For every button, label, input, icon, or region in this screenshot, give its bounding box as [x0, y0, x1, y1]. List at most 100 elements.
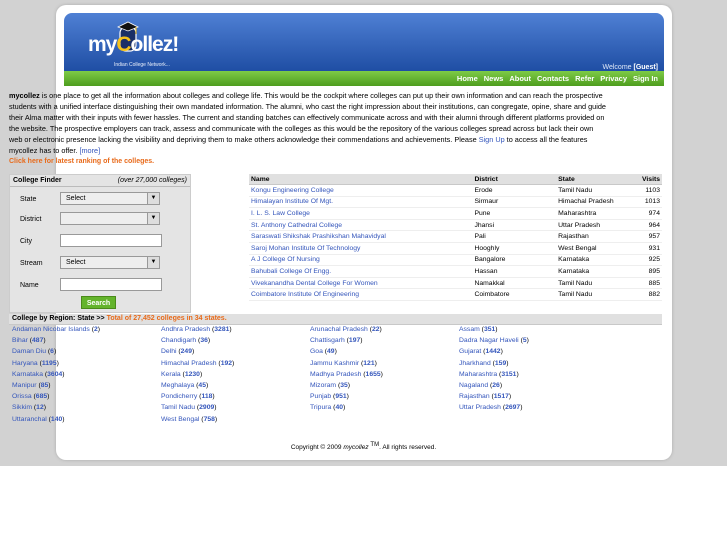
state-link[interactable]: Sikkim — [12, 404, 32, 411]
college-link[interactable]: Saraswati Shikshak Prashikshan Mahavidya… — [251, 233, 386, 240]
college-link[interactable]: Saroj Mohan Institute Of Technology — [251, 245, 360, 252]
search-button[interactable]: Search — [81, 296, 116, 309]
cell-college-name[interactable]: Himalayan Institute Of Mgt. — [249, 196, 473, 209]
signup-link[interactable]: Sign Up — [479, 135, 505, 144]
state-link[interactable]: Pondicherry — [161, 393, 197, 400]
state-item[interactable]: Dadra Nagar Haveli (5) — [459, 337, 608, 347]
state-link[interactable]: Orissa — [12, 393, 32, 400]
state-item[interactable]: Kerala (1230) — [161, 371, 310, 381]
cell-college-name[interactable]: Kongu Engineering College — [249, 184, 473, 197]
ranking-link[interactable]: Click here for latest ranking of the col… — [9, 158, 154, 165]
state-item[interactable]: West Bengal (758) — [161, 416, 310, 426]
state-item[interactable]: Madhya Pradesh (1655) — [310, 371, 459, 381]
state-link[interactable]: Uttar Pradesh — [459, 404, 501, 411]
state-item[interactable]: Karnataka (3604) — [12, 371, 161, 381]
state-item[interactable]: Haryana (1195) — [12, 360, 161, 370]
state-item[interactable]: Daman Diu (6) — [12, 348, 161, 358]
more-link[interactable]: [more] — [79, 146, 100, 155]
college-link[interactable]: Bahubali College Of Engg. — [251, 268, 331, 275]
state-link[interactable]: Madhya Pradesh — [310, 371, 361, 378]
cell-college-name[interactable]: I. L. S. Law College — [249, 207, 473, 220]
state-link[interactable]: Maharashtra — [459, 371, 497, 378]
nav-sign-in[interactable]: Sign In — [633, 74, 658, 83]
state-link[interactable]: Punjab — [310, 393, 331, 400]
cell-college-name[interactable]: Coimbatore Institute Of Engineering — [249, 288, 473, 301]
state-link[interactable]: Uttaranchal — [12, 416, 47, 423]
state-item[interactable]: Arunachal Pradesh (22) — [310, 326, 459, 336]
state-item[interactable]: Uttaranchal (140) — [12, 416, 161, 426]
state-link[interactable]: Assam — [459, 326, 480, 333]
state-item[interactable]: Andhra Pradesh (3281) — [161, 326, 310, 336]
state-link[interactable]: Rajasthan — [459, 393, 490, 400]
state-item[interactable]: Jharkhand (159) — [459, 360, 608, 370]
city-input[interactable] — [60, 234, 162, 247]
state-link[interactable]: Jammu Kashmir — [310, 360, 359, 367]
state-item[interactable]: Jammu Kashmir (121) — [310, 360, 459, 370]
state-link[interactable]: Tamil Nadu — [161, 404, 195, 411]
state-item[interactable]: Nagaland (26) — [459, 382, 608, 392]
state-item[interactable]: Bihar (487) — [12, 337, 161, 347]
state-item[interactable]: Sikkim (12) — [12, 404, 161, 414]
nav-privacy[interactable]: Privacy — [600, 74, 627, 83]
college-link[interactable]: I. L. S. Law College — [251, 210, 310, 217]
state-item[interactable]: Rajasthan (1517) — [459, 393, 608, 403]
nav-home[interactable]: Home — [457, 74, 478, 83]
college-link[interactable]: Vivekanandha Dental College For Women — [251, 280, 378, 287]
stream-select[interactable]: Select ▼ — [60, 256, 160, 269]
state-item[interactable]: Goa (49) — [310, 348, 459, 358]
col-state-header[interactable]: State — [556, 174, 640, 185]
cell-college-name[interactable]: Vivekanandha Dental College For Women — [249, 277, 473, 290]
state-link[interactable]: Andaman Nicobar Islands — [12, 326, 90, 333]
state-link[interactable]: Chattisgarh — [310, 337, 345, 344]
cell-college-name[interactable]: A J College Of Nursing — [249, 254, 473, 267]
state-item[interactable]: Orissa (685) — [12, 393, 161, 403]
name-input[interactable] — [60, 278, 162, 291]
nav-contacts[interactable]: Contacts — [537, 74, 569, 83]
cell-college-name[interactable]: Saraswati Shikshak Prashikshan Mahavidya… — [249, 230, 473, 243]
cell-college-name[interactable]: Bahubali College Of Engg. — [249, 265, 473, 278]
cell-college-name[interactable]: Saroj Mohan Institute Of Technology — [249, 242, 473, 255]
state-link[interactable]: Arunachal Pradesh — [310, 326, 368, 333]
site-logo[interactable]: myCollez! — [88, 33, 179, 57]
state-item[interactable]: Gujarat (1442) — [459, 348, 608, 358]
state-item[interactable]: Assam (351) — [459, 326, 608, 336]
state-item[interactable]: Tamil Nadu (2909) — [161, 404, 310, 414]
state-link[interactable]: Daman Diu — [12, 348, 46, 355]
col-district-header[interactable]: District — [472, 174, 557, 185]
college-link[interactable]: Kongu Engineering College — [251, 187, 334, 194]
state-link[interactable]: Andhra Pradesh — [161, 326, 210, 333]
state-item[interactable]: Meghalaya (45) — [161, 382, 310, 392]
college-link[interactable]: St. Anthony Cathedral College — [251, 222, 342, 229]
state-link[interactable]: Gujarat — [459, 348, 481, 355]
col-name-header[interactable]: Name — [249, 174, 473, 185]
state-link[interactable]: Jharkhand — [459, 360, 491, 367]
state-item[interactable]: Maharashtra (3151) — [459, 371, 608, 381]
state-item[interactable]: Manipur (85) — [12, 382, 161, 392]
col-visits-header[interactable]: Visits — [639, 174, 662, 185]
state-item[interactable]: Uttar Pradesh (2697) — [459, 404, 608, 414]
nav-news[interactable]: News — [484, 74, 504, 83]
state-link[interactable]: Manipur — [12, 382, 37, 389]
state-link[interactable]: Nagaland — [459, 382, 488, 389]
state-link[interactable]: Haryana — [12, 360, 38, 367]
state-link[interactable]: Goa — [310, 348, 323, 355]
college-link[interactable]: A J College Of Nursing — [251, 256, 320, 263]
cell-college-name[interactable]: St. Anthony Cathedral College — [249, 219, 473, 232]
college-link[interactable]: Coimbatore Institute Of Engineering — [251, 291, 359, 298]
state-item[interactable]: Himachal Pradesh (192) — [161, 360, 310, 370]
state-link[interactable]: Chandigarh — [161, 337, 196, 344]
state-item[interactable]: Chandigarh (36) — [161, 337, 310, 347]
college-link[interactable]: Himalayan Institute Of Mgt. — [251, 198, 333, 205]
state-item[interactable]: Punjab (951) — [310, 393, 459, 403]
state-link[interactable]: Karnataka — [12, 371, 43, 378]
state-link[interactable]: Tripura — [310, 404, 331, 411]
nav-refer[interactable]: Refer — [575, 74, 594, 83]
state-item[interactable]: Tripura (40) — [310, 404, 459, 414]
state-link[interactable]: Delhi — [161, 348, 177, 355]
state-item[interactable]: Delhi (249) — [161, 348, 310, 358]
state-link[interactable]: Himachal Pradesh — [161, 360, 217, 367]
state-item[interactable]: Chattisgarh (197) — [310, 337, 459, 347]
state-link[interactable]: Bihar — [12, 337, 28, 344]
nav-about[interactable]: About — [509, 74, 531, 83]
state-select[interactable]: Select ▼ — [60, 192, 160, 205]
